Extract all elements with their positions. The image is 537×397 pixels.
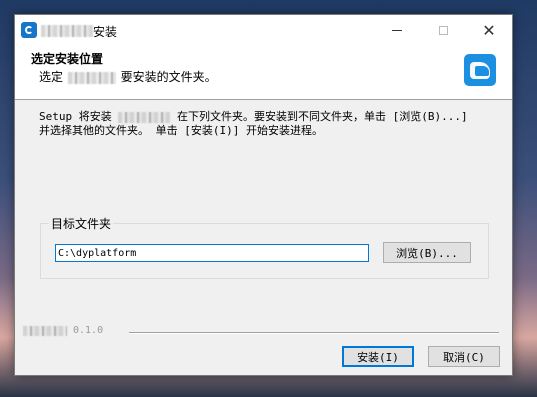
minimize-button[interactable] [374, 15, 420, 46]
installer-window: 安装 ✕ 选定安装位置 选定 要安装的文件夹。 Setup 将安装 在下列文件夹… [14, 14, 513, 376]
browse-button[interactable]: 浏览(B)... [383, 242, 471, 263]
redacted-app-name [41, 25, 93, 37]
subtitle-prefix: 选定 [39, 70, 64, 84]
redacted-product-name [67, 71, 116, 84]
close-button[interactable]: ✕ [466, 15, 512, 46]
destination-folder-label: 目标文件夹 [49, 215, 114, 232]
install-button[interactable]: 安装(I) [342, 346, 414, 367]
maximize-button [420, 15, 466, 46]
destination-path-input[interactable] [55, 244, 369, 262]
version-label: 0.1.0 [23, 325, 103, 336]
close-icon: ✕ [482, 21, 496, 40]
maximize-icon [438, 26, 448, 35]
title-bar[interactable]: 安装 ✕ [15, 15, 512, 46]
instructions-line-2: 并选择其他的文件夹。 单击 [安装(I)] 开始安装进程。 [39, 124, 323, 137]
footer-divider [129, 332, 499, 334]
subtitle-suffix: 要安装的文件夹。 [120, 70, 217, 84]
minimize-icon [392, 30, 402, 31]
redacted-product-name-2 [118, 111, 171, 123]
page-header: 选定安装位置 选定 要安装的文件夹。 [15, 46, 512, 100]
page-subtitle: 选定 要安装的文件夹。 [39, 68, 217, 85]
instructions-line-1: Setup 将安装 在下列文件夹。要安装到不同文件夹，单击 [浏览(B)...] [39, 110, 489, 124]
page-title: 选定安装位置 [31, 52, 104, 66]
destination-folder-group: 目标文件夹 浏览(B)... [40, 215, 489, 279]
redacted-brand-name [23, 325, 67, 336]
version-number: 0.1.0 [73, 325, 104, 336]
window-title: 安装 [93, 25, 118, 39]
cancel-button[interactable]: 取消(C) [428, 346, 500, 367]
installer-app-icon [21, 22, 37, 38]
product-logo-icon [464, 54, 496, 86]
instructions-text: Setup 将安装 在下列文件夹。要安装到不同文件夹，单击 [浏览(B)...]… [39, 110, 489, 138]
instructions-line-1-prefix: Setup 将安装 [39, 110, 112, 123]
instructions-line-1-suffix: 在下列文件夹。要安装到不同文件夹，单击 [浏览(B)...] [177, 110, 468, 123]
